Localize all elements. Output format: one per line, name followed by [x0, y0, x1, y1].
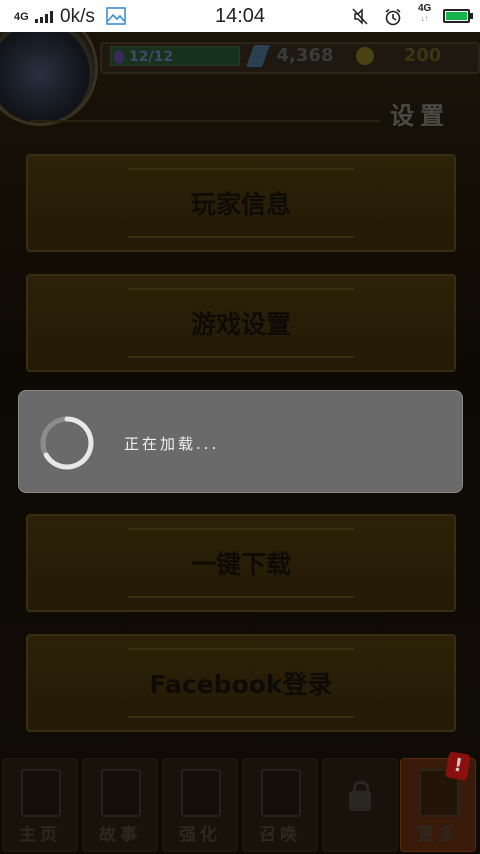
loading-spinner-icon — [40, 416, 94, 470]
coin-value: 200 — [403, 45, 442, 66]
home-icon — [21, 769, 61, 817]
bottom-nav: 主页 故事 强化 召唤 更多 ! — [0, 751, 480, 854]
nav-summon[interactable]: 召唤 — [242, 758, 318, 852]
nav-label: 召唤 — [259, 825, 301, 845]
status-bar: 4G 0k/s 14:04 4G ↓↑ — [0, 0, 480, 32]
summon-icon — [261, 769, 301, 817]
coin-icon — [356, 47, 374, 65]
player-info-button[interactable]: 玩家信息 — [26, 154, 456, 252]
gem-value: 4,368 — [276, 45, 334, 66]
stamina-icon — [114, 50, 124, 64]
mute-icon — [352, 8, 368, 25]
battery-level — [446, 12, 467, 20]
alert-badge: ! — [444, 751, 472, 781]
data-arrows-icon: 4G ↓↑ — [418, 3, 432, 24]
stamina-bar: 12/12 — [110, 46, 240, 66]
nav-label: 主页 — [19, 825, 61, 845]
alarm-icon — [385, 8, 401, 26]
facebook-login-button[interactable]: Facebook登录 — [26, 634, 456, 732]
nav-home[interactable]: 主页 — [2, 758, 78, 852]
nav-story[interactable]: 故事 — [82, 758, 158, 852]
menu-item-label: 玩家信息 — [190, 190, 291, 219]
nav-label: 更多 — [417, 825, 459, 845]
loading-message: 正在加载... — [124, 435, 220, 453]
nav-label: 强化 — [179, 825, 221, 845]
menu-item-label: Facebook登录 — [149, 670, 333, 699]
enhance-icon — [181, 769, 221, 817]
menu-item-label: 游戏设置 — [190, 310, 291, 339]
nav-enhance[interactable]: 强化 — [162, 758, 238, 852]
lock-icon — [349, 781, 371, 811]
one-click-download-button[interactable]: 一键下载 — [26, 514, 456, 612]
nav-label: 故事 — [99, 825, 141, 845]
loading-dialog: 正在加载... — [18, 390, 463, 493]
nav-more[interactable]: 更多 ! — [400, 751, 476, 852]
clock: 14:04 — [214, 5, 266, 27]
story-icon — [101, 769, 141, 817]
nav-locked[interactable] — [322, 758, 398, 852]
title-divider — [30, 112, 380, 122]
game-settings-button[interactable]: 游戏设置 — [26, 274, 456, 372]
battery-icon — [443, 9, 473, 23]
menu-item-label: 一键下载 — [190, 550, 291, 579]
stamina-value: 12/12 — [129, 49, 174, 65]
page-title: 设置 — [390, 102, 450, 130]
